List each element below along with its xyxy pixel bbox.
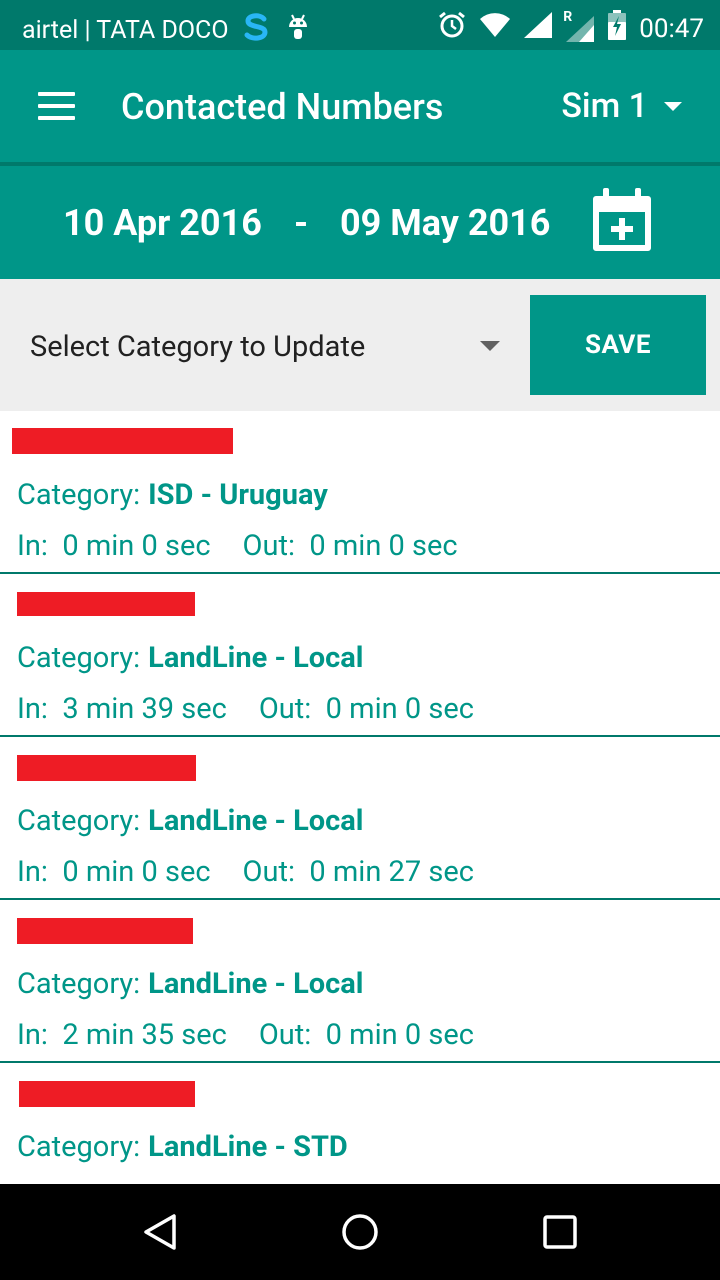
list-item[interactable]: Category: LandLine - STD [0, 1063, 720, 1184]
category-filter-bar: Select Category to Update SAVE [0, 279, 720, 411]
wifi-icon [479, 12, 511, 45]
in-value: 2 min 35 sec [62, 1018, 227, 1052]
navigation-bar [0, 1184, 720, 1280]
home-circle-icon[interactable] [340, 1212, 380, 1252]
out-value: 0 min 0 sec [325, 692, 474, 726]
category-value: LandLine - Local [148, 641, 364, 675]
duration-line: In: 0 min 0 sec Out: 0 min 0 sec [17, 529, 458, 563]
out-value: 0 min 0 sec [325, 1018, 474, 1052]
alarm-icon [437, 10, 467, 47]
duration-line: In: 2 min 35 sec Out: 0 min 0 sec [17, 1018, 474, 1052]
out-value: 0 min 27 sec [309, 855, 474, 889]
redacted-number [17, 918, 193, 944]
save-button[interactable]: SAVE [530, 295, 706, 395]
recents-square-icon[interactable] [540, 1212, 580, 1252]
category-line: Category: ISD - Uruguay [17, 478, 328, 512]
out-label: Out: [242, 529, 295, 563]
incoming-duration: In: 2 min 35 sec [17, 1018, 227, 1052]
category-line: Category: LandLine - Local [17, 641, 363, 675]
category-label: Category: [17, 641, 141, 675]
in-label: In: [17, 855, 48, 889]
list-item[interactable]: Category: LandLine - Local In: 0 min 0 se… [0, 737, 720, 900]
battery-charging-icon [607, 10, 627, 47]
outgoing-duration: Out: 0 min 0 sec [259, 1018, 474, 1052]
incoming-duration: In: 0 min 0 sec [17, 855, 211, 889]
menu-line [38, 116, 75, 120]
status-bar: airtel | TATA DOCO R 00:47 [0, 0, 720, 50]
page-title: Contacted Numbers [121, 86, 444, 128]
signal-roaming-icon: R [563, 9, 595, 43]
app-s-icon [239, 10, 273, 51]
contact-list[interactable]: Category: ISD - Uruguay In: 0 min 0 sec Ou… [0, 411, 720, 1184]
list-item[interactable]: Category: ISD - Uruguay In: 0 min 0 sec Ou… [0, 411, 720, 574]
list-item[interactable]: Category: LandLine - Local In: 3 min 39 s… [0, 574, 720, 737]
in-value: 0 min 0 sec [62, 855, 211, 889]
in-value: 3 min 39 sec [62, 692, 227, 726]
category-label: Category: [17, 967, 141, 1001]
android-debug-icon [283, 12, 313, 49]
out-label: Out: [258, 692, 312, 726]
redacted-number [17, 592, 195, 616]
redacted-number [12, 428, 233, 454]
menu-line [38, 92, 75, 96]
incoming-duration: In: 3 min 39 sec [17, 692, 227, 726]
sim-label: Sim 1 [561, 86, 648, 126]
outgoing-duration: Out: 0 min 0 sec [259, 692, 474, 726]
menu-line [38, 104, 75, 108]
category-value: LandLine - Local [148, 967, 364, 1001]
category-value: LandLine - Local [148, 804, 364, 838]
app-bar: Contacted Numbers Sim 1 [0, 50, 720, 162]
category-value: LandLine - STD [148, 1130, 348, 1164]
hamburger-menu-icon[interactable] [30, 88, 82, 124]
sim-selector[interactable]: Sim 1 [561, 86, 682, 126]
date-separator: - [294, 202, 309, 244]
back-triangle-icon[interactable] [140, 1212, 180, 1252]
outgoing-duration: Out: 0 min 0 sec [243, 529, 458, 563]
in-label: In: [17, 692, 48, 726]
carrier-label: airtel | TATA DOCO [22, 16, 229, 45]
start-date[interactable]: 10 Apr 2016 [63, 202, 262, 244]
out-label: Out: [258, 1018, 312, 1052]
incoming-duration: In: 0 min 0 sec [17, 529, 211, 563]
end-date[interactable]: 09 May 2016 [340, 202, 550, 244]
category-label: Category: [17, 478, 141, 512]
in-label: In: [17, 1018, 48, 1052]
category-label: Category: [17, 1130, 141, 1164]
category-label: Category: [17, 804, 141, 838]
category-line: Category: LandLine - STD [17, 1130, 348, 1164]
category-line: Category: LandLine - Local [17, 804, 363, 838]
out-label: Out: [242, 855, 295, 889]
status-left: airtel | TATA DOCO [22, 10, 313, 51]
dropdown-caret-icon [480, 341, 500, 351]
category-dropdown[interactable]: Select Category to Update [14, 297, 514, 393]
in-label: In: [17, 529, 48, 563]
out-value: 0 min 0 sec [309, 529, 458, 563]
caret-down-icon [664, 101, 682, 111]
category-line: Category: LandLine - Local [17, 967, 363, 1001]
duration-line: In: 3 min 39 sec Out: 0 min 0 sec [17, 692, 474, 726]
redacted-number [17, 755, 196, 781]
signal-icon [523, 11, 553, 46]
category-value: ISD - Uruguay [148, 478, 328, 512]
date-range-bar: 10 Apr 2016 - 09 May 2016 [0, 166, 720, 279]
roaming-label: R [563, 8, 573, 25]
list-item[interactable]: Category: LandLine - Local In: 2 min 35 s… [0, 900, 720, 1063]
status-right: R 00:47 [437, 9, 704, 47]
in-value: 0 min 0 sec [62, 529, 211, 563]
outgoing-duration: Out: 0 min 27 sec [243, 855, 474, 889]
category-dropdown-label: Select Category to Update [30, 330, 366, 364]
duration-line: In: 0 min 0 sec Out: 0 min 27 sec [17, 855, 474, 889]
status-time: 00:47 [639, 13, 704, 44]
calendar-add-icon[interactable] [590, 186, 654, 254]
redacted-number [19, 1081, 195, 1107]
